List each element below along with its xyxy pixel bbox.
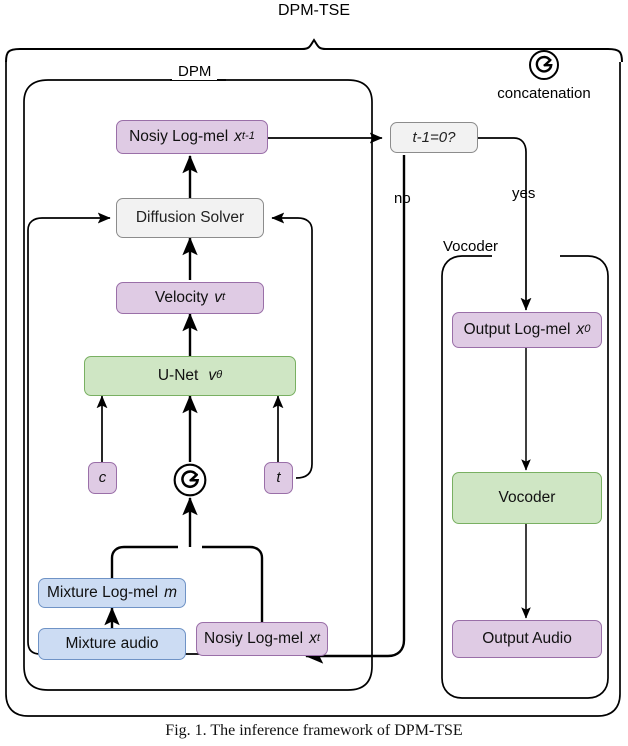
node-output-logmel-subscript: 0 bbox=[584, 323, 591, 336]
node-decision-label: t-1=0? bbox=[412, 128, 456, 146]
node-mixture-logmel[interactable]: Mixture Log-mel m bbox=[38, 578, 186, 608]
node-noisy-logmel-t-symbol: x bbox=[309, 629, 317, 647]
node-velocity-subscript: t bbox=[222, 291, 226, 304]
node-velocity-symbol: v bbox=[214, 288, 223, 306]
node-noisy-logmel-t-label: Nosiy Log-mel bbox=[204, 629, 304, 647]
node-timestep-t-label: t bbox=[276, 469, 281, 487]
group-title-dpm: DPM bbox=[172, 63, 218, 80]
legend-concatenation-label: concatenation bbox=[497, 85, 591, 102]
node-output-audio-label: Output Audio bbox=[482, 629, 572, 647]
node-noisy-logmel-prev-symbol: x bbox=[234, 127, 242, 145]
concat-node[interactable] bbox=[172, 462, 208, 503]
node-unet[interactable]: U-Net vθ bbox=[84, 356, 296, 396]
edge-mixturelogmel-to-concat bbox=[110, 545, 178, 578]
node-output-logmel[interactable]: Output Log-mel x0 bbox=[452, 312, 602, 348]
edge-label-no: no bbox=[394, 190, 411, 207]
group-title-dpm-tse: DPM-TSE bbox=[272, 2, 356, 20]
group-title-vocoder: Vocoder bbox=[437, 238, 505, 255]
node-velocity-label: Velocity bbox=[154, 288, 209, 306]
node-diffusion-solver-label: Diffusion Solver bbox=[135, 208, 245, 226]
node-noisy-logmel-t[interactable]: Nosiy Log-mel xt bbox=[196, 622, 328, 656]
legend-concatenation: concatenation bbox=[494, 48, 594, 102]
node-mixture-logmel-label: Mixture Log-mel bbox=[46, 583, 159, 601]
node-output-logmel-label: Output Log-mel bbox=[463, 320, 571, 338]
concatenation-icon bbox=[529, 50, 559, 80]
node-noisy-logmel-t-subscript: t bbox=[316, 632, 320, 645]
node-unet-subscript: θ bbox=[216, 369, 223, 382]
node-noisy-logmel-prev-label: Nosiy Log-mel bbox=[129, 127, 229, 145]
node-decision[interactable]: t-1=0? bbox=[390, 122, 478, 153]
edge-noisyxt-to-concat bbox=[202, 545, 264, 622]
edge-decision-yes bbox=[478, 137, 532, 311]
figure-canvas: DPM-TSE DPM Vocoder concatenation Nosiy … bbox=[0, 0, 628, 746]
node-timestep-t[interactable]: t bbox=[264, 462, 293, 494]
node-diffusion-solver[interactable]: Diffusion Solver bbox=[116, 198, 264, 238]
node-output-logmel-symbol: x bbox=[576, 320, 585, 338]
node-condition-c[interactable]: c bbox=[88, 462, 117, 494]
node-condition-c-label: c bbox=[98, 469, 107, 487]
node-unet-label: U-Net bbox=[157, 366, 199, 384]
figure-caption: Fig. 1. The inference framework of DPM-T… bbox=[165, 722, 463, 739]
node-noisy-logmel-prev-subscript: t-1 bbox=[241, 130, 255, 143]
node-unet-symbol: v bbox=[208, 366, 217, 384]
node-mixture-audio-label: Mixture audio bbox=[65, 634, 159, 652]
edge-decision-no bbox=[305, 155, 406, 664]
node-vocoder[interactable]: Vocoder bbox=[452, 472, 602, 524]
node-mixture-logmel-symbol: m bbox=[164, 583, 178, 601]
node-output-audio[interactable]: Output Audio bbox=[452, 620, 602, 658]
node-vocoder-label: Vocoder bbox=[498, 488, 556, 506]
edge-label-yes: yes bbox=[512, 185, 536, 202]
node-velocity[interactable]: Velocity vt bbox=[116, 282, 264, 314]
node-noisy-logmel-prev[interactable]: Nosiy Log-mel x t-1 bbox=[116, 120, 268, 154]
concatenation-icon bbox=[173, 463, 207, 497]
node-mixture-audio[interactable]: Mixture audio bbox=[38, 628, 186, 660]
